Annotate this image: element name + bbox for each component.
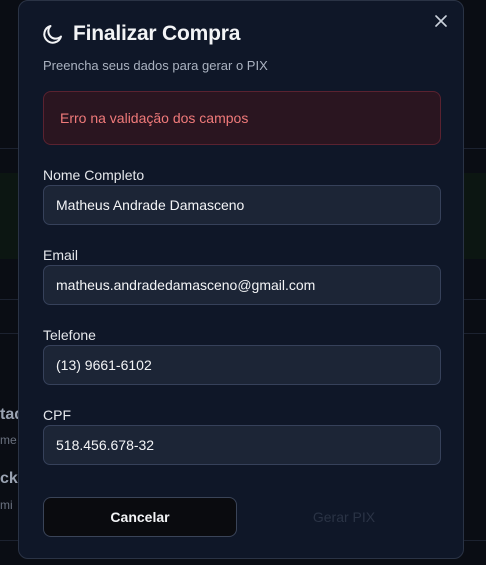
modal-header: Finalizar Compra <box>41 22 240 46</box>
email-label: Email <box>43 247 79 263</box>
bg-fragment-text: ckl <box>0 470 18 487</box>
cpf-label: CPF <box>43 407 71 423</box>
cpf-field[interactable] <box>43 425 441 465</box>
generate-pix-button[interactable]: Gerar PIX <box>247 497 441 537</box>
close-button[interactable] <box>431 11 451 31</box>
error-alert: Erro na validação dos campos <box>43 91 441 145</box>
modal-title: Finalizar Compra <box>73 22 241 45</box>
phone-field[interactable] <box>43 345 441 385</box>
checkout-modal: Finalizar Compra Preencha seus dados par… <box>18 0 464 559</box>
name-label: Nome Completo <box>43 167 145 183</box>
modal-subtitle: Preencha seus dados para gerar o PIX <box>43 58 268 73</box>
moon-icon <box>43 25 62 44</box>
cancel-button[interactable]: Cancelar <box>43 497 237 537</box>
name-field[interactable] <box>43 185 441 225</box>
close-icon <box>435 15 447 27</box>
bg-fragment-text: me <box>0 433 17 447</box>
bg-fragment-text: tad <box>0 406 18 423</box>
error-message: Erro na validação dos campos <box>60 110 249 126</box>
email-field[interactable] <box>43 265 441 305</box>
bg-fragment-text: mi <box>0 498 13 512</box>
phone-label: Telefone <box>43 327 96 343</box>
